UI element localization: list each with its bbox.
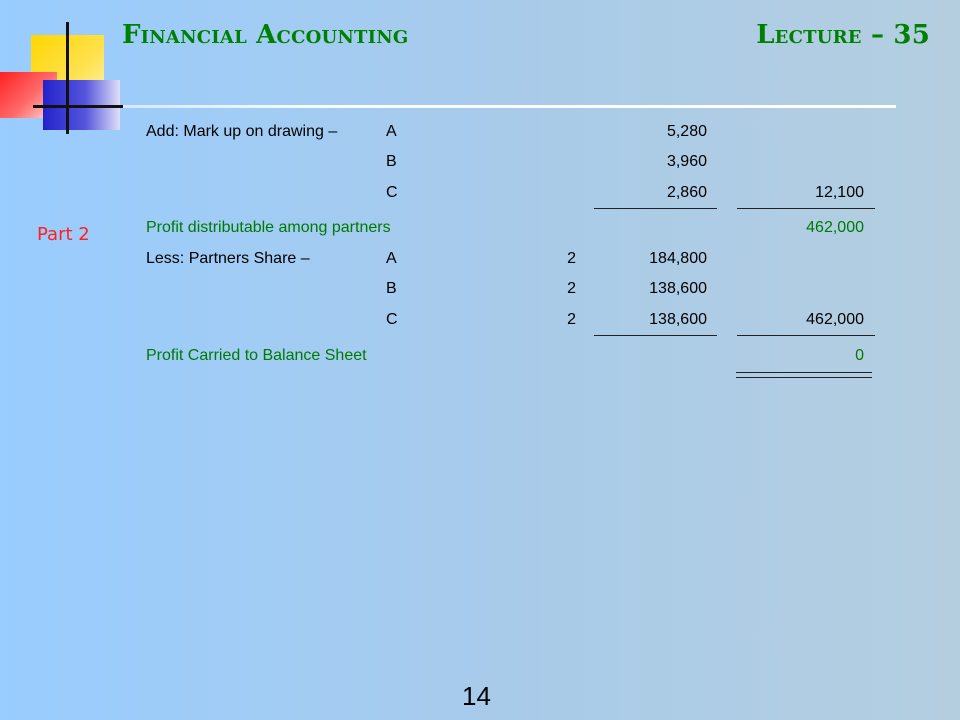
markup-partner: B — [386, 153, 397, 170]
header-divider — [123, 105, 896, 108]
subtotal-rule — [737, 335, 875, 336]
share-partner: C — [386, 311, 398, 328]
share-ratio: 2 — [567, 280, 576, 297]
profit-distributable-label: Profit distributable among partners — [146, 219, 391, 236]
share-ratio: 2 — [567, 250, 576, 267]
add-markup-label: Add: Mark up on drawing – — [146, 123, 338, 140]
subtotal-rule — [737, 208, 875, 209]
page-number: 14 — [462, 681, 491, 711]
subtotal-rule — [594, 208, 717, 209]
share-amount: 184,800 — [649, 250, 707, 267]
markup-amount: 3,960 — [666, 153, 707, 170]
profit-carried-total: 0 — [855, 347, 864, 364]
share-partner: A — [386, 250, 397, 267]
decor-vertical-line — [66, 22, 69, 134]
markup-total: 12,100 — [815, 184, 864, 201]
final-double-rule — [736, 372, 872, 378]
shares-total: 462,000 — [806, 311, 864, 328]
markup-partner: A — [386, 123, 397, 140]
share-partner: B — [386, 280, 397, 297]
less-partners-share-label: Less: Partners Share – — [146, 250, 310, 267]
profit-carried-label: Profit Carried to Balance Sheet — [146, 347, 367, 364]
lecture-number: Lecture – 35 — [756, 20, 930, 50]
part-label: Part 2 — [37, 224, 90, 245]
subtotal-rule — [594, 335, 717, 336]
share-ratio: 2 — [567, 311, 576, 328]
markup-amount: 5,280 — [666, 123, 707, 140]
profit-distributable-total: 462,000 — [806, 219, 864, 236]
share-amount: 138,600 — [649, 280, 707, 297]
markup-amount: 2,860 — [666, 184, 707, 201]
slide-title: Financial Accounting — [122, 20, 409, 50]
markup-partner: C — [386, 184, 398, 201]
share-amount: 138,600 — [649, 311, 707, 328]
decor-horizontal-line — [33, 105, 123, 108]
